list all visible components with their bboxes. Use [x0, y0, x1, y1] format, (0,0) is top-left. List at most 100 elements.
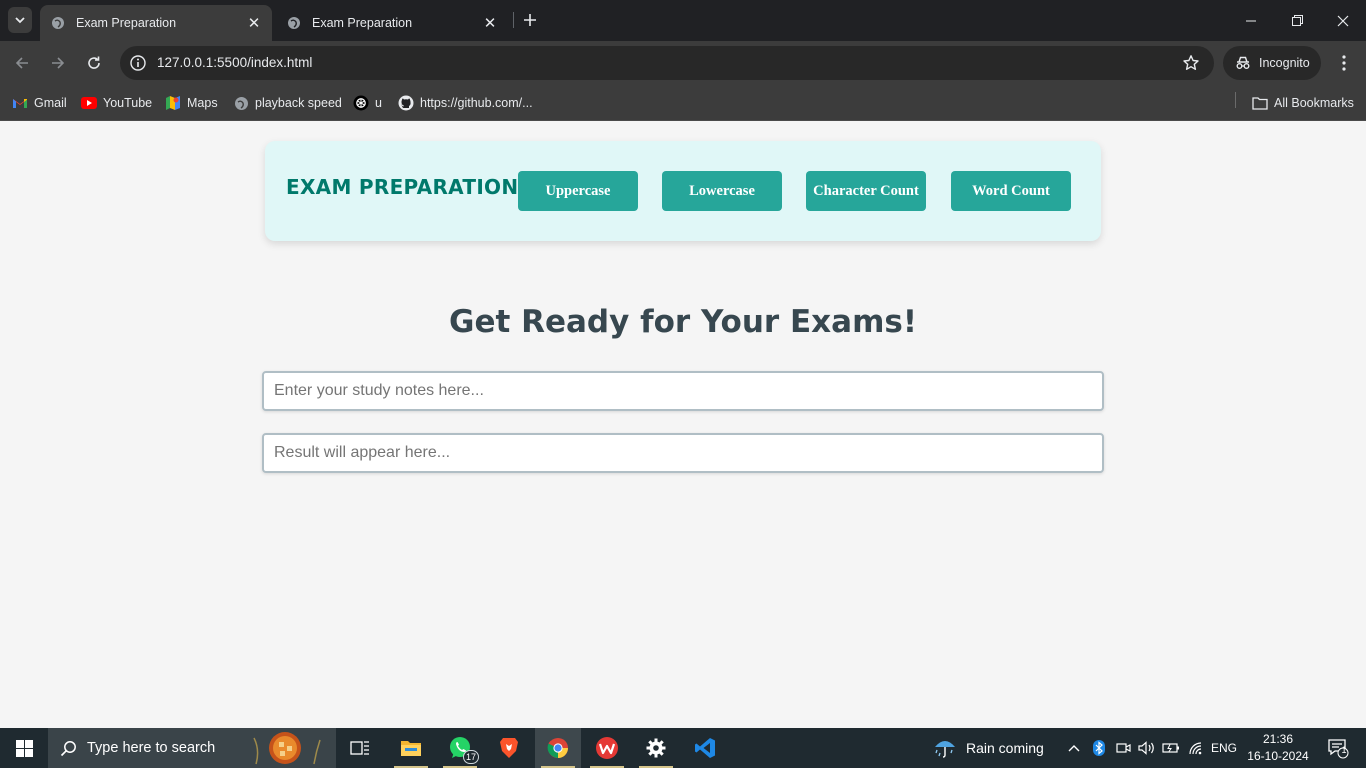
battery-icon — [1162, 743, 1179, 753]
brave-button[interactable] — [486, 728, 532, 768]
notification-count: 1 — [1341, 745, 1347, 755]
task-view-icon — [350, 741, 369, 755]
close-icon[interactable]: ✕ — [482, 15, 498, 32]
vscode-icon — [695, 738, 715, 758]
close-icon[interactable]: ✕ — [246, 15, 262, 32]
volume-tray[interactable] — [1136, 728, 1156, 768]
start-button[interactable] — [0, 728, 48, 768]
umbrella-rain-icon — [935, 741, 955, 758]
globe-icon — [50, 15, 66, 31]
wifi-tray[interactable] — [1185, 728, 1207, 768]
tab-title: Exam Preparation — [312, 16, 413, 30]
tab-title: Exam Preparation — [76, 16, 177, 30]
restore-button[interactable] — [1274, 0, 1320, 41]
whatsapp-button[interactable]: 17 — [437, 728, 483, 768]
url-text: 127.0.0.1:5500/index.html — [157, 55, 313, 70]
uppercase-button[interactable]: Uppercase — [518, 171, 638, 211]
word-count-button[interactable]: Word Count — [951, 171, 1071, 211]
incognito-button[interactable]: Incognito — [1223, 46, 1321, 80]
clock-date: 16-10-2024 — [1247, 749, 1309, 763]
weather-text: Rain coming — [966, 740, 1044, 756]
brave-icon — [500, 738, 518, 758]
search-icon — [60, 740, 76, 756]
speaker-icon — [1137, 741, 1154, 755]
tab-exam-preparation-2[interactable]: Exam Preparation ✕ — [276, 5, 508, 41]
bookmark-star-icon[interactable] — [1182, 54, 1200, 72]
system-clock[interactable]: 21:36 16-10-2024 — [1244, 731, 1312, 765]
wps-icon — [596, 737, 618, 759]
bookmark-youtube[interactable]: YouTube — [81, 91, 152, 115]
bookmark-u[interactable]: u — [353, 91, 382, 115]
page-title: Get Ready for Your Exams! — [449, 304, 917, 340]
arrow-left-icon — [15, 57, 28, 69]
study-notes-input[interactable] — [262, 371, 1104, 411]
bookmarks-bar: Gmail YouTube Maps playback speed u http… — [0, 85, 1366, 121]
bookmark-gmail[interactable]: Gmail — [12, 91, 67, 115]
bookmark-github[interactable]: https://github.com/... — [398, 91, 533, 115]
incognito-icon — [1236, 56, 1250, 69]
browser-toolbar: 127.0.0.1:5500/index.html Incognito — [0, 41, 1366, 85]
settings-button[interactable] — [633, 728, 679, 768]
weather-widget[interactable]: Rain coming — [932, 728, 1044, 768]
bluetooth-icon — [1093, 740, 1105, 756]
tab-separator — [513, 12, 514, 28]
incognito-label: Incognito — [1259, 56, 1310, 70]
taskbar-search[interactable]: Type here to search — [48, 728, 336, 768]
more-vert-icon — [1342, 55, 1346, 71]
arrow-right-icon — [52, 57, 65, 69]
file-explorer-button[interactable] — [388, 728, 434, 768]
language-indicator[interactable]: ENG — [1208, 728, 1240, 768]
browser-menu-button[interactable] — [1332, 49, 1356, 77]
notification-center-button[interactable]: 1 — [1318, 728, 1358, 768]
vscode-button[interactable] — [682, 728, 728, 768]
back-button[interactable] — [8, 49, 36, 77]
brand-title: EXAM PREPARATION — [286, 175, 519, 199]
site-info-icon[interactable] — [129, 54, 147, 72]
folder-icon — [1252, 95, 1268, 111]
bookmark-label: https://github.com/... — [420, 96, 533, 110]
openai-icon — [353, 95, 369, 111]
bookmark-maps[interactable]: Maps — [165, 91, 218, 115]
wps-office-button[interactable] — [584, 728, 630, 768]
globe-icon — [286, 15, 302, 31]
result-field[interactable] — [262, 433, 1104, 473]
tab-exam-preparation-1[interactable]: Exam Preparation ✕ — [40, 5, 272, 41]
forward-button[interactable] — [44, 49, 72, 77]
task-view-button[interactable] — [337, 728, 383, 768]
show-hidden-icons-button[interactable] — [1064, 728, 1084, 768]
plus-icon — [524, 14, 536, 26]
search-highlight-icon — [253, 732, 321, 765]
bookmark-label: playback speed — [255, 96, 342, 110]
windows-icon — [15, 739, 33, 757]
restore-icon — [1291, 15, 1303, 26]
minimize-icon — [1246, 20, 1256, 21]
close-window-button[interactable] — [1320, 0, 1366, 41]
browser-tabstrip: Exam Preparation ✕ Exam Preparation ✕ — [0, 0, 1366, 41]
close-icon — [1337, 15, 1349, 26]
bookmark-label: YouTube — [103, 96, 153, 110]
bookmark-playback-speed[interactable]: playback speed — [233, 91, 342, 115]
tab-search-button[interactable] — [8, 7, 32, 33]
maps-icon — [165, 95, 181, 111]
globe-icon — [233, 95, 249, 111]
chrome-button[interactable] — [535, 728, 581, 768]
meet-now-tray[interactable] — [1113, 728, 1133, 768]
lowercase-button[interactable]: Lowercase — [662, 171, 782, 211]
battery-tray[interactable] — [1160, 728, 1182, 768]
address-bar[interactable]: 127.0.0.1:5500/index.html — [120, 46, 1214, 80]
new-tab-button[interactable] — [520, 10, 540, 30]
reload-button[interactable] — [80, 49, 108, 77]
bookmark-label: All Bookmarks — [1274, 96, 1354, 110]
minimize-button[interactable] — [1228, 0, 1274, 41]
youtube-icon — [81, 95, 97, 111]
chevron-up-icon — [1068, 745, 1080, 752]
gmail-icon — [12, 95, 28, 111]
github-icon — [398, 95, 414, 111]
notification-badge: 17 — [462, 750, 479, 764]
character-count-button[interactable]: Character Count — [806, 171, 926, 211]
camera-icon — [1116, 743, 1131, 753]
all-bookmarks-button[interactable]: All Bookmarks — [1252, 91, 1354, 115]
bluetooth-tray[interactable] — [1090, 728, 1108, 768]
gear-icon — [646, 738, 666, 758]
app-header: EXAM PREPARATION Uppercase Lowercase Cha… — [265, 141, 1101, 241]
